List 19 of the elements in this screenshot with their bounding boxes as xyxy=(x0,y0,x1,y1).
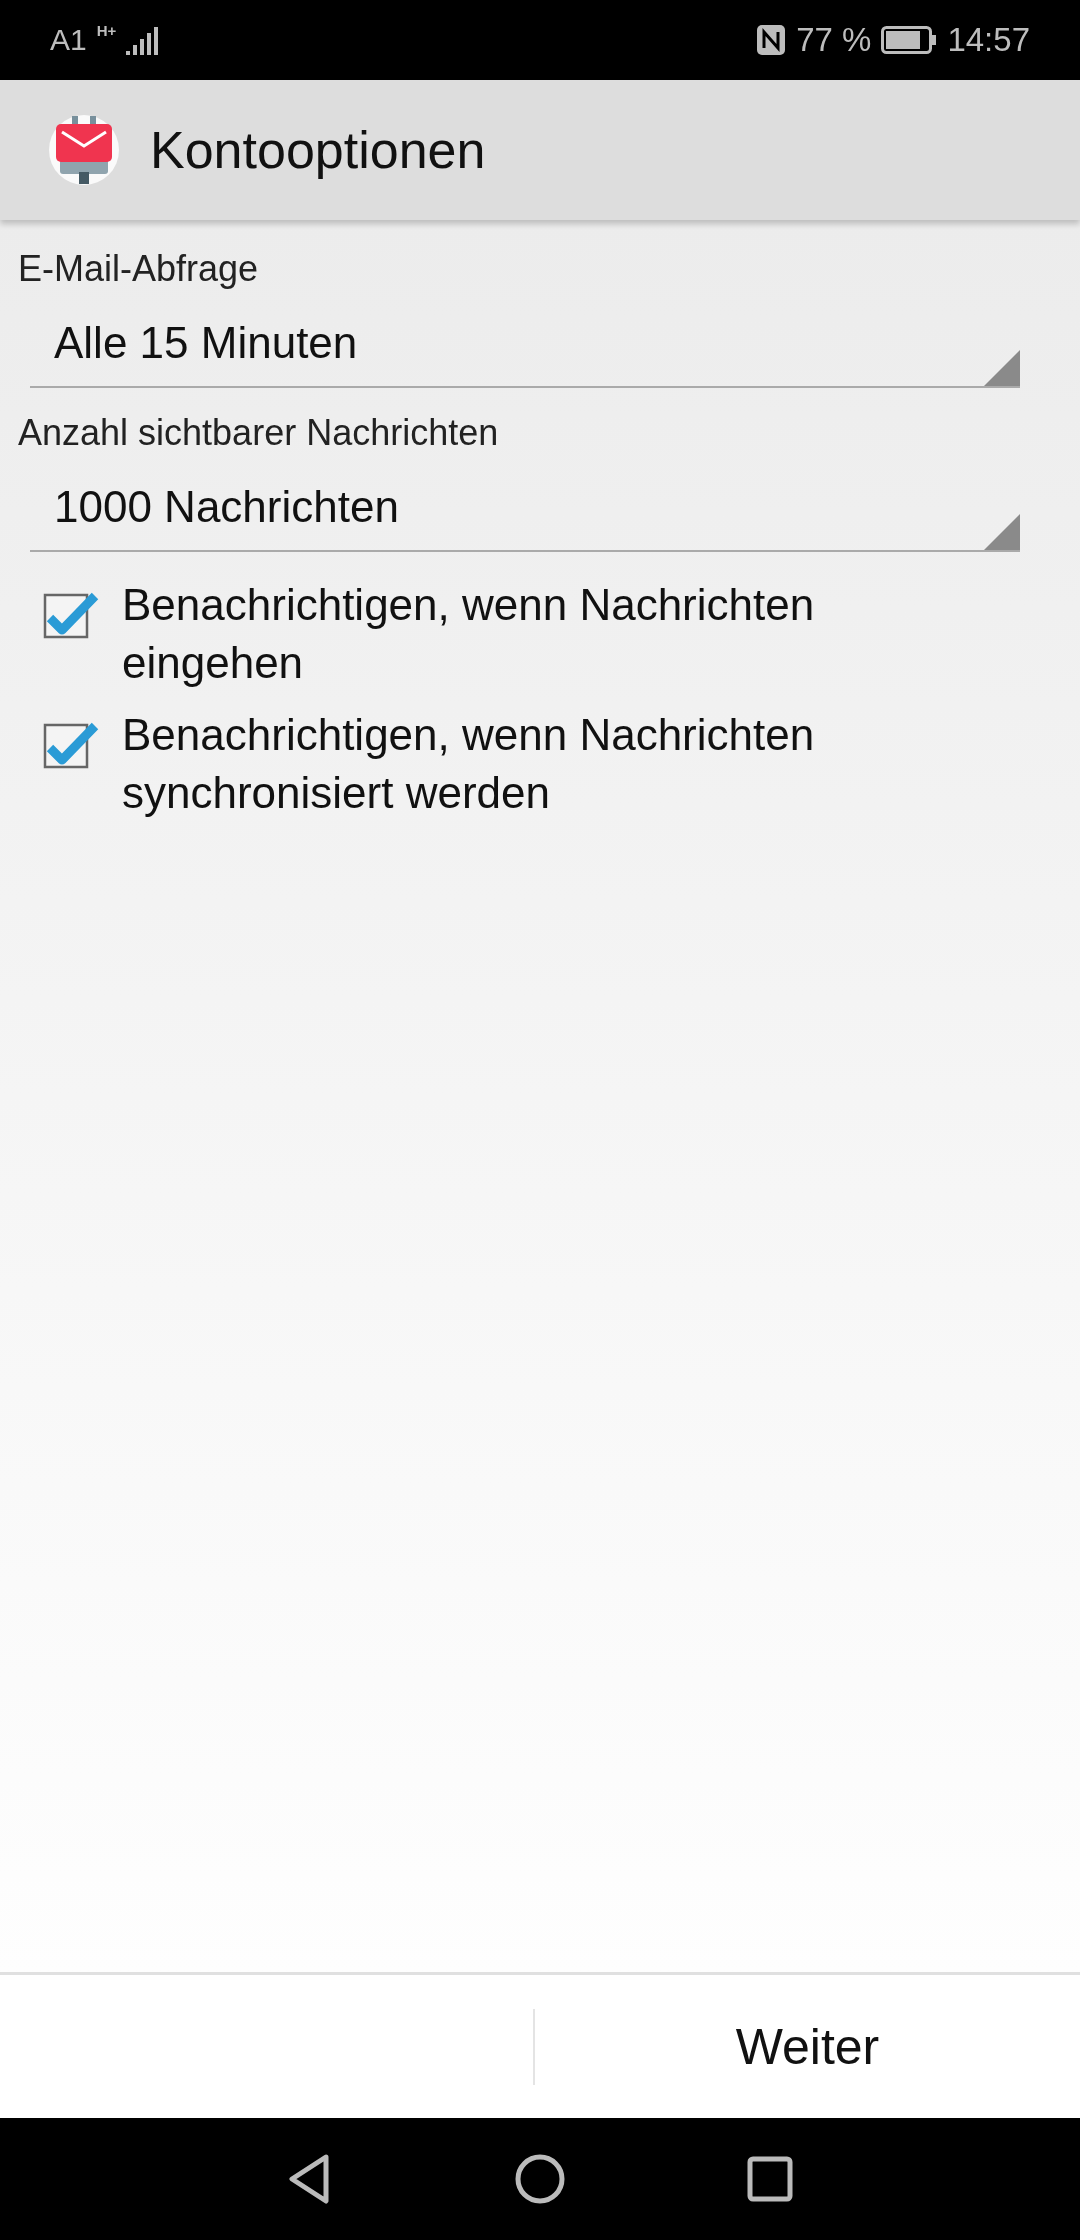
dropdown-corner-icon xyxy=(984,350,1020,386)
nfc-icon xyxy=(756,24,787,56)
home-icon[interactable] xyxy=(514,2153,566,2205)
setting-label: Anzahl sichtbarer Nachrichten xyxy=(18,412,499,454)
dropdown[interactable]: 1000 Nachrichten xyxy=(30,470,1020,552)
recents-icon[interactable] xyxy=(746,2155,794,2203)
network-type-text: H+ xyxy=(96,22,117,39)
checkbox-label: Benachrichtigen, wenn Nachrichten synchronisiert werden xyxy=(122,709,816,819)
dropdown-corner-icon xyxy=(984,514,1020,550)
checkbox-label: Benachrichtigen, wenn Nachrichten eingehen xyxy=(122,579,816,689)
mail-app-icon xyxy=(48,112,120,188)
next-button[interactable]: Weiter xyxy=(535,1991,1080,2102)
clock-text: 14:57 xyxy=(947,21,1030,59)
carrier-text: A1 xyxy=(50,23,87,57)
battery-percent-text: 77 % xyxy=(796,21,872,59)
battery-icon xyxy=(881,26,938,54)
dropdown[interactable]: Alle 15 Minuten xyxy=(30,306,1020,388)
screen-title: Kontooptionen xyxy=(150,120,486,180)
setting-label: E-Mail-Abfrage xyxy=(18,248,259,290)
